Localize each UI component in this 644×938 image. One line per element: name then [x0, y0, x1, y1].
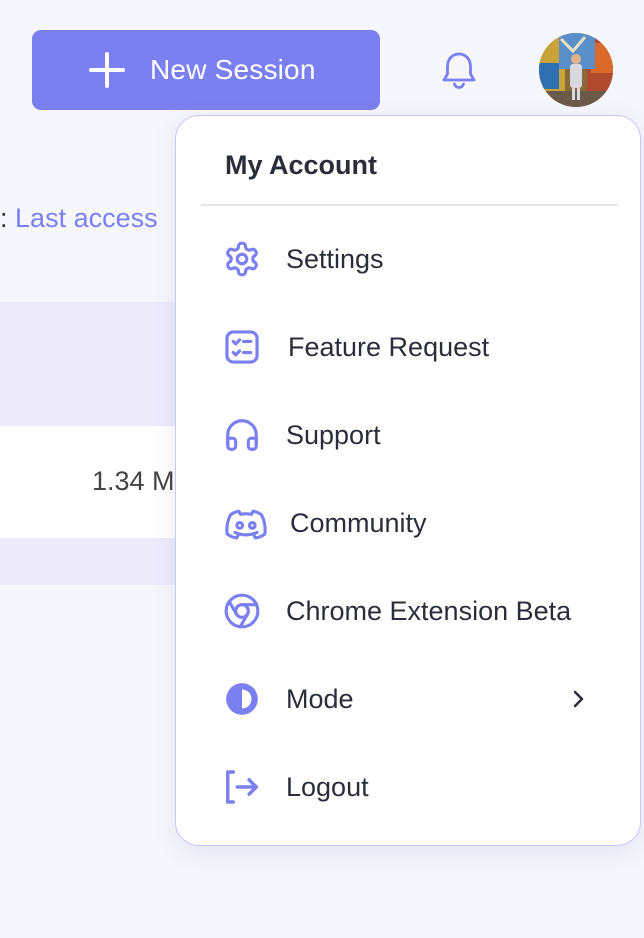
contrast-icon	[223, 680, 261, 718]
file-size: 1.34 M	[92, 466, 175, 496]
plus-icon	[88, 51, 126, 89]
new-session-label: New Session	[150, 54, 316, 85]
account-menu: My Account Settings Feature Request Supp…	[175, 115, 641, 846]
discord-icon	[224, 504, 268, 542]
menu-item-feature-request[interactable]: Feature Request	[176, 315, 640, 379]
bell-icon[interactable]	[440, 50, 478, 90]
sort-label: : Last access	[0, 203, 158, 234]
headphones-icon	[223, 416, 261, 454]
menu-divider	[201, 204, 618, 206]
checklist-icon	[223, 328, 261, 366]
menu-item-logout[interactable]: Logout	[176, 755, 640, 819]
menu-item-chrome-extension[interactable]: Chrome Extension Beta	[176, 579, 640, 643]
table-footer	[0, 538, 200, 585]
sort-link[interactable]: Last access	[15, 203, 158, 233]
menu-item-label: Feature Request	[288, 331, 490, 362]
gear-icon	[223, 240, 261, 278]
logout-icon	[223, 768, 261, 806]
menu-item-label: Mode	[286, 683, 354, 714]
table-row[interactable]: 1.34 M	[0, 426, 200, 538]
menu-item-label: Settings	[286, 243, 384, 274]
avatar[interactable]	[539, 33, 613, 107]
menu-item-community[interactable]: Community	[176, 491, 640, 555]
menu-item-label: Chrome Extension Beta	[286, 595, 572, 626]
menu-item-label: Support	[286, 419, 381, 450]
menu-item-support[interactable]: Support	[176, 403, 640, 467]
menu-item-label: Community	[290, 507, 427, 538]
sort-prefix: :	[0, 203, 8, 233]
table-header	[0, 302, 200, 426]
menu-item-mode[interactable]: Mode	[176, 667, 640, 731]
menu-item-label: Logout	[286, 771, 369, 802]
chrome-icon	[223, 592, 261, 630]
new-session-button[interactable]: New Session	[32, 30, 380, 110]
menu-item-settings[interactable]: Settings	[176, 227, 640, 291]
chevron-right-icon	[569, 687, 589, 711]
menu-title: My Account	[225, 150, 378, 180]
